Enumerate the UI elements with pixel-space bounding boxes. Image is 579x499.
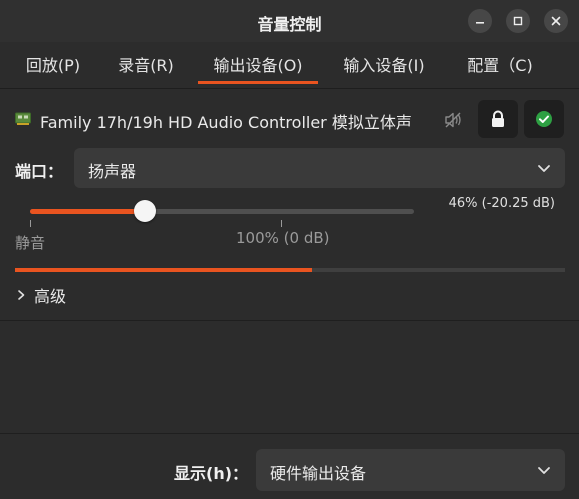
speaker-muted-icon[interactable]: [443, 110, 463, 130]
port-label: 端口：: [15, 162, 64, 181]
advanced-label: 高级: [34, 287, 67, 306]
close-icon: [551, 16, 561, 26]
tick-mute: [30, 220, 31, 227]
sound-card-icon: [15, 112, 31, 125]
volume-slider-handle[interactable]: [134, 200, 157, 222]
tab-recording[interactable]: 录音(R): [104, 42, 188, 86]
chevron-down-icon: [538, 165, 550, 172]
tab-input-devices[interactable]: 输入设备(I): [330, 42, 438, 86]
maximize-icon: [513, 16, 523, 26]
window-title: 音量控制: [257, 15, 322, 34]
divider: [0, 433, 579, 434]
volume-slider-fill: [30, 209, 146, 214]
mark-100-percent: 100% (0 dB): [236, 229, 330, 247]
chevron-down-icon: [538, 467, 550, 474]
show-select[interactable]: 硬件输出设备: [256, 449, 565, 491]
divider: [0, 320, 579, 321]
minimize-button[interactable]: [468, 9, 492, 33]
tick-100: [281, 220, 282, 227]
check-circle-icon: [536, 111, 552, 127]
show-select-value: 硬件输出设备: [270, 464, 367, 483]
volume-percent-label: 46% (-20.25 dB): [448, 196, 555, 211]
tab-configuration[interactable]: 配置（C): [452, 42, 548, 86]
show-label: 显示(h)：: [174, 464, 249, 483]
close-button[interactable]: [544, 9, 568, 33]
lock-channels-button[interactable]: [478, 100, 518, 138]
volume-control-window: 音量控制 回放(P) 录音(R) 输出设备(O) 输入设备(I) 配置（C) F…: [0, 0, 579, 499]
title-bar[interactable]: 音量控制: [0, 0, 579, 42]
tab-bar: 回放(P) 录音(R) 输出设备(O) 输入设备(I) 配置（C): [0, 42, 579, 89]
lock-icon: [492, 110, 504, 127]
advanced-expander[interactable]: 高级: [16, 284, 66, 306]
level-meter: [15, 268, 565, 272]
level-meter-fill: [15, 268, 312, 272]
port-select-value: 扬声器: [88, 162, 137, 181]
output-device-row: Family 17h/19h HD Audio Controller 模拟立体声: [0, 100, 579, 140]
tab-output-devices[interactable]: 输出设备(O): [198, 42, 318, 86]
volume-slider[interactable]: [30, 209, 414, 214]
mark-mute: 静音: [15, 234, 46, 252]
minimize-icon: [476, 22, 484, 24]
device-name: Family 17h/19h HD Audio Controller 模拟立体声: [40, 113, 412, 132]
port-select[interactable]: 扬声器: [74, 148, 565, 188]
maximize-button[interactable]: [506, 9, 530, 33]
set-default-button[interactable]: [524, 100, 564, 138]
tab-playback[interactable]: 回放(P): [12, 42, 94, 86]
chevron-right-icon: [18, 290, 25, 300]
